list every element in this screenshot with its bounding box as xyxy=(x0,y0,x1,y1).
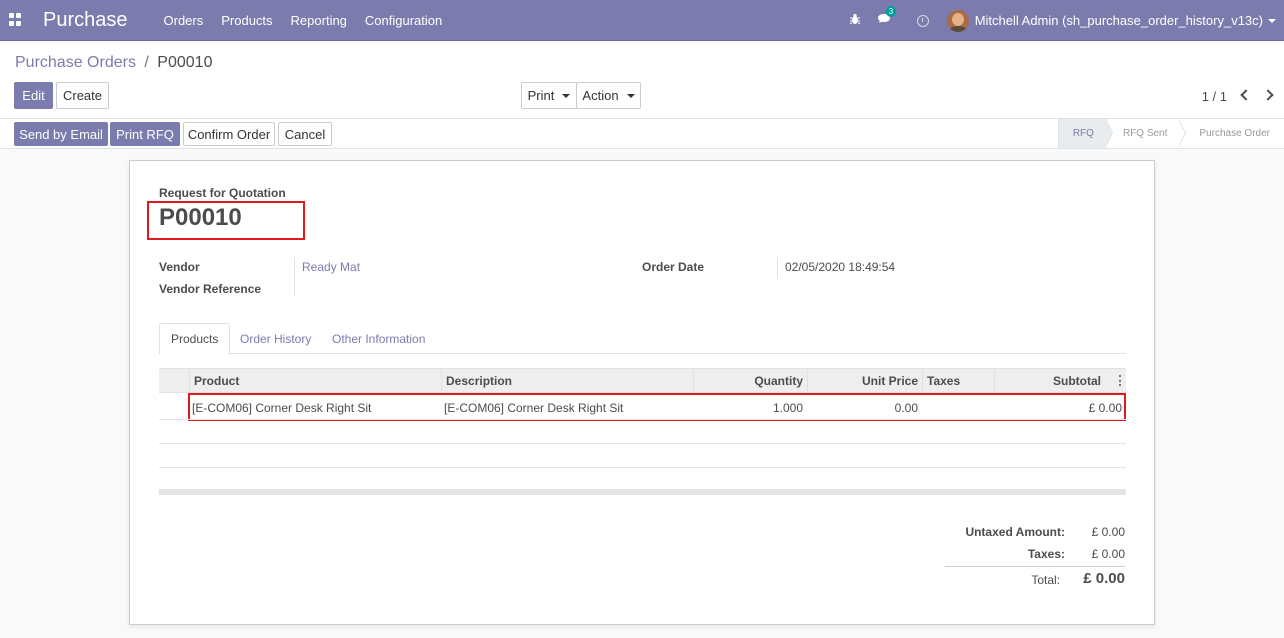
form-statusbar: Send by Email Print RFQ Confirm Order Ca… xyxy=(0,118,1284,149)
bug-icon[interactable] xyxy=(849,13,861,28)
top-navbar: Purchase Orders Products Reporting Confi… xyxy=(0,0,1284,41)
highlight-box-order-name xyxy=(147,201,305,240)
totals-divider xyxy=(945,566,1125,567)
menu-orders[interactable]: Orders xyxy=(164,13,204,28)
row-divider xyxy=(159,467,1126,468)
order-date-field[interactable]: 02/05/2020 18:49:54 xyxy=(785,260,895,274)
user-name[interactable]: Mitchell Admin (sh_purchase_order_histor… xyxy=(975,13,1263,28)
navbar-right: 3 Mitchell Admin (sh_purchase_order_hist… xyxy=(849,0,1284,41)
tab-other-information[interactable]: Other Information xyxy=(321,323,436,354)
apps-menu-icon[interactable] xyxy=(9,13,23,27)
order-date-label: Order Date xyxy=(642,260,705,274)
app-title: Purchase xyxy=(43,8,128,31)
status-stages: RFQ RFQ Sent Purchase Order xyxy=(1057,118,1284,148)
send-by-email-button[interactable]: Send by Email xyxy=(14,122,108,146)
menu-products[interactable]: Products xyxy=(221,13,272,28)
stage-purchase-order[interactable]: Purchase Order xyxy=(1179,119,1284,148)
menu-reporting[interactable]: Reporting xyxy=(291,13,347,28)
breadcrumb: Purchase Orders / P00010 xyxy=(15,54,212,72)
breadcrumb-current: P00010 xyxy=(157,54,213,71)
table-header: Product Description Quantity Unit Price … xyxy=(159,368,1126,393)
action-label: Action xyxy=(582,88,619,103)
highlight-box-order-line xyxy=(188,393,1126,421)
breadcrumb-separator: / xyxy=(144,54,149,71)
pager-value[interactable]: 1 / 1 xyxy=(1202,89,1227,104)
notebook-tabs: Products Order History Other Information xyxy=(159,323,1126,355)
stage-rfq-label: RFQ xyxy=(1072,128,1094,139)
row-divider xyxy=(159,443,1126,444)
stage-rfq-sent[interactable]: RFQ Sent xyxy=(1106,118,1187,148)
tab-order-history[interactable]: Order History xyxy=(229,323,322,354)
message-count-badge: 3 xyxy=(885,6,897,17)
form-sheet: Request for Quotation P00010 Vendor Vend… xyxy=(129,160,1155,625)
print-label: Print xyxy=(527,88,555,103)
create-button[interactable]: Create xyxy=(56,82,109,109)
menu-configuration[interactable]: Configuration xyxy=(365,13,442,28)
taxes-label: Taxes: xyxy=(1027,547,1065,561)
stage-purchase-order-label: Purchase Order xyxy=(1199,128,1270,139)
document-type: Request for Quotation xyxy=(159,186,286,200)
pager-next-icon[interactable] xyxy=(1262,89,1274,101)
field-separator xyxy=(294,257,295,296)
total-value: £ 0.00 xyxy=(1083,570,1125,587)
column-unit-price[interactable]: Unit Price xyxy=(807,369,922,393)
caret-down-icon xyxy=(626,93,635,98)
avatar[interactable] xyxy=(946,9,969,32)
confirm-order-button[interactable]: Confirm Order xyxy=(183,122,275,146)
vendor-field[interactable]: Ready Mat xyxy=(302,260,360,274)
pager-previous-icon[interactable] xyxy=(1240,89,1252,101)
untaxed-amount-label: Untaxed Amount: xyxy=(965,525,1065,539)
control-panel: Purchase Orders / P00010 Edit Create Pri… xyxy=(0,41,1284,119)
main-menu: Orders Products Reporting Configuration xyxy=(164,13,461,28)
column-taxes[interactable]: Taxes xyxy=(922,369,994,393)
print-dropdown[interactable]: Print xyxy=(521,82,577,109)
activity-clock-icon[interactable] xyxy=(916,14,929,27)
vendor-label: Vendor xyxy=(159,260,200,274)
row-divider xyxy=(159,419,1126,420)
breadcrumb-parent[interactable]: Purchase Orders xyxy=(15,54,136,71)
optional-columns-icon[interactable] xyxy=(1119,375,1121,386)
field-separator xyxy=(777,257,778,279)
user-dropdown-icon[interactable] xyxy=(1268,18,1276,23)
action-dropdown[interactable]: Action xyxy=(576,82,641,109)
caret-down-icon xyxy=(562,93,571,98)
edit-button[interactable]: Edit xyxy=(14,82,53,109)
stage-rfq[interactable]: RFQ xyxy=(1057,118,1113,148)
taxes-value: £ 0.00 xyxy=(1091,547,1125,561)
column-subtotal[interactable]: Subtotal xyxy=(994,369,1105,393)
print-rfq-button[interactable]: Print RFQ xyxy=(110,122,180,146)
total-label: Total: xyxy=(1031,573,1060,587)
stage-rfq-sent-label: RFQ Sent xyxy=(1122,128,1168,139)
column-quantity[interactable]: Quantity xyxy=(693,369,807,393)
vendor-reference-label: Vendor Reference xyxy=(159,282,262,296)
untaxed-amount-value: £ 0.00 xyxy=(1091,525,1125,539)
table-footer xyxy=(159,489,1126,495)
tab-products[interactable]: Products xyxy=(159,323,231,355)
cancel-button[interactable]: Cancel xyxy=(278,122,332,146)
column-description[interactable]: Description xyxy=(441,369,693,393)
chat-icon[interactable]: 3 xyxy=(877,6,897,28)
column-product[interactable]: Product xyxy=(189,369,441,393)
